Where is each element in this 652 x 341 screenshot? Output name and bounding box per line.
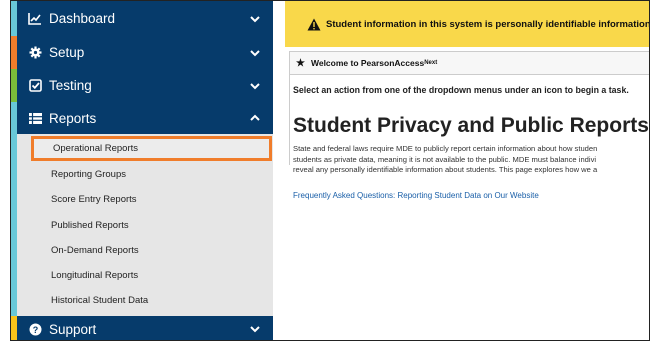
- submenu-item-reporting-groups[interactable]: Reporting Groups: [11, 162, 273, 187]
- sidebar-item-support[interactable]: ? Support: [11, 316, 273, 340]
- faq-link[interactable]: Frequently Asked Questions: Reporting St…: [293, 191, 539, 200]
- accent-bar: [11, 69, 17, 102]
- page-title: Student Privacy and Public Reports: [293, 114, 649, 137]
- submenu-item-historical-student-data[interactable]: Historical Student Data: [11, 288, 273, 313]
- chevron-up-icon: [249, 112, 261, 124]
- welcome-header: ★ Welcome to PearsonAccess Next: [289, 51, 649, 75]
- banner-text: Student information in this system is pe…: [326, 18, 650, 30]
- reports-submenu: Operational Reports Reporting Groups Sco…: [11, 134, 273, 316]
- submenu-item-longitudinal-reports[interactable]: Longitudinal Reports: [11, 263, 273, 288]
- paragraph-line: reveal any personally identifiable infor…: [293, 165, 598, 175]
- submenu-item-on-demand-reports[interactable]: On-Demand Reports: [11, 238, 273, 263]
- list-icon: [28, 111, 42, 125]
- chevron-down-icon: [249, 323, 261, 335]
- sidebar-item-label: Dashboard: [49, 11, 116, 26]
- welcome-text: Welcome to PearsonAccess: [310, 58, 425, 68]
- accent-bar: [11, 316, 17, 340]
- submenu-item-label: Reporting Groups: [51, 169, 126, 180]
- submenu-item-label: Operational Reports: [53, 143, 139, 154]
- chevron-down-icon: [249, 47, 261, 59]
- welcome-superscript: Next: [424, 60, 438, 66]
- sidebar-item-testing[interactable]: Testing: [11, 69, 273, 102]
- sidebar-item-label: Setup: [49, 45, 85, 60]
- accent-bar: [11, 102, 17, 134]
- question-circle-icon: ?: [28, 322, 42, 336]
- chart-line-icon: [28, 12, 42, 26]
- sidebar-item-dashboard[interactable]: Dashboard: [11, 1, 273, 36]
- submenu-item-label: Historical Student Data: [51, 295, 149, 306]
- sidebar-item-reports[interactable]: Reports: [11, 102, 273, 134]
- accent-bar: [11, 1, 17, 36]
- sidebar-item-label: Testing: [49, 78, 92, 93]
- paragraph-line: students as private data, meaning it is …: [293, 154, 597, 164]
- main-content: Student information in this system is pe…: [285, 1, 650, 340]
- privacy-paragraph: State and federal laws require MDE to pu…: [293, 144, 649, 176]
- sidebar-item-setup[interactable]: Setup: [11, 36, 273, 69]
- checkbox-icon: [28, 79, 42, 93]
- pii-warning-banner: Student information in this system is pe…: [285, 1, 650, 47]
- submenu-item-label: On-Demand Reports: [51, 245, 139, 256]
- submenu-item-operational-reports[interactable]: Operational Reports: [31, 136, 272, 161]
- svg-text:?: ?: [32, 325, 38, 335]
- submenu-item-published-reports[interactable]: Published Reports: [11, 213, 273, 238]
- chevron-down-icon: [249, 80, 261, 92]
- sidebar: Dashboard Setup Testing Reports Operatio…: [11, 1, 273, 340]
- submenu-item-label: Published Reports: [51, 220, 129, 231]
- warning-icon: [307, 18, 321, 31]
- accent-bar: [11, 36, 17, 69]
- submenu-item-label: Longitudinal Reports: [51, 270, 139, 281]
- gear-icon: [28, 46, 42, 60]
- sidebar-item-label: Reports: [49, 110, 97, 126]
- submenu-item-score-entry-reports[interactable]: Score Entry Reports: [11, 187, 273, 212]
- app-frame: Dashboard Setup Testing Reports Operatio…: [10, 0, 650, 341]
- paragraph-line: State and federal laws require MDE to pu…: [293, 144, 598, 153]
- star-icon: ★: [296, 57, 305, 69]
- instruction-text: Select an action from one of the dropdow…: [293, 85, 629, 95]
- submenu-item-label: Score Entry Reports: [51, 194, 137, 205]
- chevron-down-icon: [249, 13, 261, 25]
- sidebar-item-label: Support: [49, 321, 97, 337]
